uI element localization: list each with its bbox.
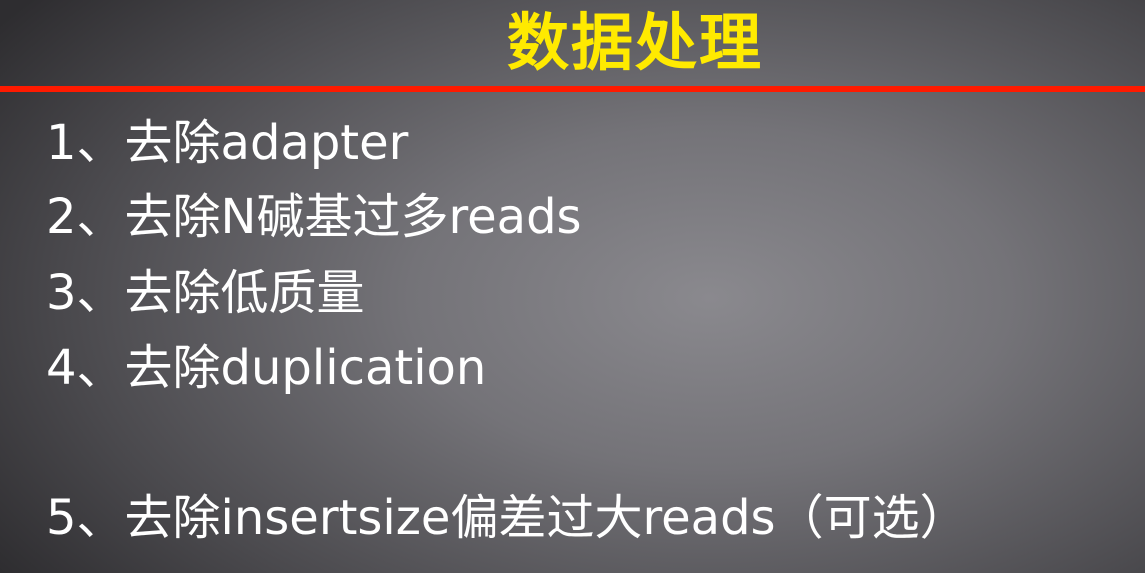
slide: { "slide": { "title": "数据处理", "colors": …	[0, 0, 1145, 573]
step-item-remove-adapter: 1、去除adapter	[46, 115, 409, 171]
processing-steps-list: 1、去除adapter 2、去除N碱基过多reads 3、去除低质量 4、去除d…	[0, 0, 1145, 573]
step-item-remove-insertsize-outliers: 5、去除insertsize偏差过大reads（可选）	[46, 490, 968, 546]
step-item-remove-duplication: 4、去除duplication	[46, 340, 487, 396]
step-item-remove-low-quality: 3、去除低质量	[46, 265, 365, 321]
step-item-remove-n-base-reads: 2、去除N碱基过多reads	[46, 189, 582, 245]
